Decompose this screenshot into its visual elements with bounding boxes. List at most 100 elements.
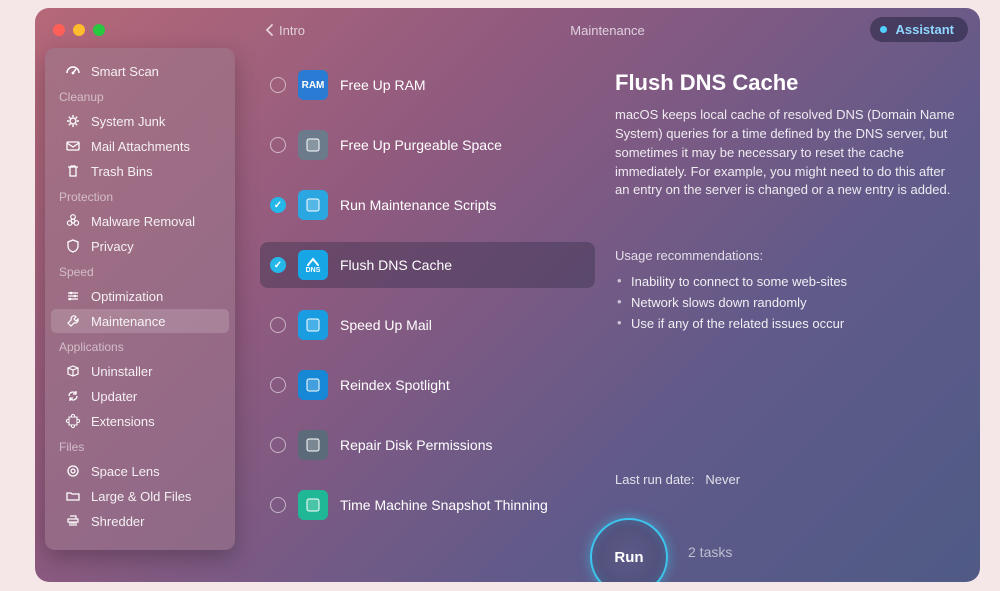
task-checkbox[interactable] [270,317,286,333]
task-row[interactable]: Time Machine Snapshot Thinning [260,482,595,528]
lens-icon [65,463,81,479]
run-label: Run [614,549,643,566]
assistant-button[interactable]: Assistant [870,17,968,42]
run-area: Run 2 tasks [590,518,732,582]
sidebar-item-label: Privacy [91,239,134,254]
sidebar-item-label: Large & Old Files [91,489,191,504]
task-row[interactable]: Reindex Spotlight [260,362,595,408]
assistant-label: Assistant [895,22,954,37]
task-icon [298,190,328,220]
sidebar-item-label: Extensions [91,414,155,429]
chevron-left-icon [265,24,273,36]
shield-icon [65,238,81,254]
task-label: Run Maintenance Scripts [340,197,496,213]
last-run: Last run date: Never [615,472,740,487]
task-checkbox[interactable] [270,77,286,93]
task-row[interactable]: Free Up Purgeable Space [260,122,595,168]
task-checkbox[interactable] [270,257,286,273]
biohazard-icon [65,213,81,229]
sidebar-item-label: System Junk [91,114,165,129]
sidebar-item-optimization[interactable]: Optimization [51,284,229,308]
sidebar-group-label: Speed [45,259,235,283]
assistant-dot-icon [880,26,887,33]
usage-item: Use if any of the related issues occur [615,313,962,334]
task-label: Flush DNS Cache [340,257,452,273]
task-checkbox[interactable] [270,377,286,393]
last-run-value: Never [705,472,740,487]
usage-item: Inability to connect to some web-sites [615,271,962,292]
sidebar-item-mail-attachments[interactable]: Mail Attachments [51,134,229,158]
sidebar-group-label: Files [45,434,235,458]
close-icon[interactable] [53,24,65,36]
puzzle-icon [65,413,81,429]
task-label: Time Machine Snapshot Thinning [340,497,548,513]
sidebar-item-label: Uninstaller [91,364,152,379]
last-run-label: Last run date: [615,472,695,487]
detail-description: macOS keeps local cache of resolved DNS … [615,106,962,200]
sidebar-group-label: Protection [45,184,235,208]
detail-title: Flush DNS Cache [615,70,962,96]
usage-title: Usage recommendations: [615,248,962,263]
sidebar-item-updater[interactable]: Updater [51,384,229,408]
sliders-icon [65,288,81,304]
trash-icon [65,163,81,179]
package-icon [65,363,81,379]
task-label: Speed Up Mail [340,317,432,333]
sidebar-item-label: Optimization [91,289,163,304]
task-checkbox[interactable] [270,497,286,513]
sidebar-item-system-junk[interactable]: System Junk [51,109,229,133]
usage-list: Inability to connect to some web-sitesNe… [615,271,962,334]
task-row[interactable]: DNS Flush DNS Cache [260,242,595,288]
sidebar-item-large-old-files[interactable]: Large & Old Files [51,484,229,508]
task-label: Repair Disk Permissions [340,437,492,453]
run-button[interactable]: Run [590,518,668,582]
sidebar-item-smart-scan[interactable]: Smart Scan [51,59,229,83]
sidebar-item-label: Shredder [91,514,144,529]
detail-pane: Flush DNS Cache macOS keeps local cache … [615,70,962,334]
window-controls [53,24,105,36]
task-icon [298,130,328,160]
task-checkbox[interactable] [270,437,286,453]
task-row[interactable]: RAMFree Up RAM [260,62,595,108]
minimize-icon[interactable] [73,24,85,36]
envelope-icon [65,138,81,154]
folder-icon [65,488,81,504]
sidebar-group-label: Cleanup [45,84,235,108]
maximize-icon[interactable] [93,24,105,36]
sidebar-item-uninstaller[interactable]: Uninstaller [51,359,229,383]
task-checkbox[interactable] [270,197,286,213]
refresh-icon [65,388,81,404]
sidebar-group-label: Applications [45,334,235,358]
run-count: 2 tasks [688,544,732,560]
task-row[interactable]: Run Maintenance Scripts [260,182,595,228]
task-checkbox[interactable] [270,137,286,153]
sidebar-item-shredder[interactable]: Shredder [51,509,229,533]
shredder-icon [65,513,81,529]
app-window: Intro Maintenance Assistant Smart Scan Cl… [35,8,980,582]
task-icon [298,490,328,520]
task-row[interactable]: Repair Disk Permissions [260,422,595,468]
sidebar: Smart Scan Cleanup System Junk Mail Attachm… [45,48,235,550]
task-icon: RAM [298,70,328,100]
sidebar-item-privacy[interactable]: Privacy [51,234,229,258]
header-title: Maintenance [235,23,980,38]
sidebar-item-trash-bins[interactable]: Trash Bins [51,159,229,183]
task-icon: DNS [298,250,328,280]
task-icon [298,370,328,400]
sidebar-item-extensions[interactable]: Extensions [51,409,229,433]
sidebar-item-malware-removal[interactable]: Malware Removal [51,209,229,233]
sidebar-item-space-lens[interactable]: Space Lens [51,459,229,483]
sidebar-item-label: Malware Removal [91,214,195,229]
back-button[interactable]: Intro [265,23,305,38]
sidebar-item-label: Space Lens [91,464,160,479]
sidebar-item-maintenance[interactable]: Maintenance [51,309,229,333]
task-row[interactable]: Speed Up Mail [260,302,595,348]
task-label: Reindex Spotlight [340,377,450,393]
sidebar-item-label: Mail Attachments [91,139,190,154]
task-label: Free Up Purgeable Space [340,137,502,153]
sidebar-item-label: Maintenance [91,314,165,329]
gauge-icon [65,63,81,79]
task-list: RAMFree Up RAM Free Up Purgeable Space Run… [260,62,595,542]
sidebar-item-label: Smart Scan [91,64,159,79]
usage-item: Network slows down randomly [615,292,962,313]
